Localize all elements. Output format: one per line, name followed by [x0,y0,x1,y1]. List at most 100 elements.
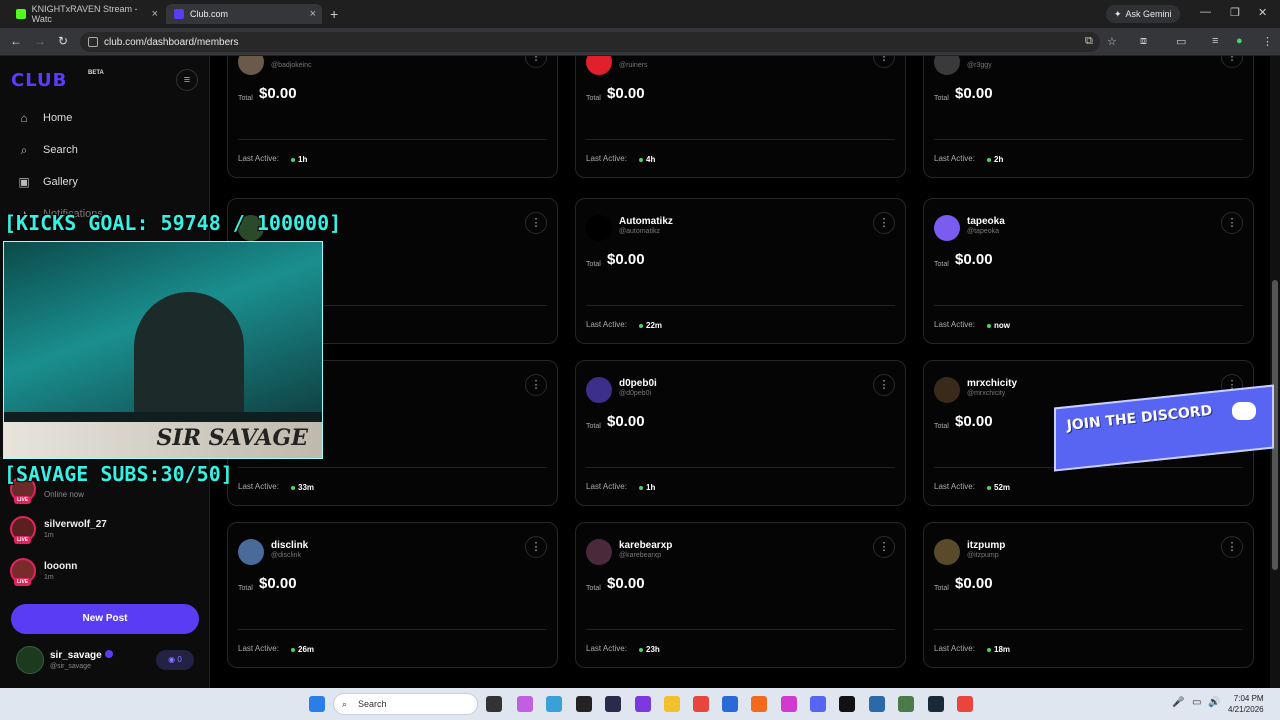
member-name[interactable]: karebearxp [619,540,672,551]
more-options-icon[interactable]: ⋮ [525,56,547,68]
steam-icon[interactable] [928,696,944,712]
avatar[interactable] [586,377,612,403]
member-card[interactable]: karebearxp @karebearxp ⋮ Total $0.00 Last Act… [575,522,906,668]
restore-icon[interactable]: ❐ [1230,6,1240,19]
browser-menu-icon[interactable]: ⋮ [1262,35,1273,48]
avatar[interactable] [586,215,612,241]
member-name[interactable]: disclink [271,540,308,551]
ask-gemini-button[interactable]: ✦ Ask Gemini [1106,5,1180,23]
page-scrollbar[interactable] [1270,56,1280,688]
current-user-name[interactable]: sir_savage [50,650,113,661]
member-card[interactable]: Automatikz @automatikz ⋮ Total $0.00 Last Act… [575,198,906,344]
member-card[interactable]: tapeoka @tapeoka ⋮ Total $0.00 Last Active: no… [923,198,1254,344]
app-icon[interactable] [869,696,885,712]
avatar[interactable] [586,539,612,565]
soundcloud-icon[interactable] [751,696,767,712]
credits-pill[interactable]: ◉ 0 [156,650,194,670]
avatar[interactable] [934,377,960,403]
more-options-icon[interactable]: ⋮ [1221,536,1243,558]
member-name[interactable]: itzpump [967,540,1005,551]
gallery-icon: ▣ [18,175,30,189]
app-icon[interactable] [635,696,651,712]
member-card[interactable]: itzpump @itzpump ⋮ Total $0.00 Last Active: 18… [923,522,1254,668]
avatar[interactable] [586,56,612,75]
app-icon[interactable] [605,696,621,712]
more-options-icon[interactable]: ⋮ [873,56,895,68]
member-name[interactable]: tapeoka [967,216,1005,227]
new-post-button[interactable]: New Post [11,604,199,634]
forward-icon[interactable]: → [34,34,46,48]
member-card[interactable]: @r3ggy ⋮ Total $0.00 Last Active: 2h [923,56,1254,178]
close-tab-icon[interactable]: × [152,8,158,20]
back-icon[interactable]: ← [10,34,22,48]
app-icon[interactable] [898,696,914,712]
total-label: Total [934,95,949,102]
tab-knightxraven[interactable]: KNIGHTxRAVEN Stream - Watc × [8,4,164,24]
tab-club[interactable]: Club.com × [166,4,322,24]
member-card[interactable]: @ruiners ⋮ Total $0.00 Last Active: 4h [575,56,906,178]
discord-taskbar-icon[interactable] [810,696,826,712]
sidebar-item-label: Search [43,144,78,156]
live-user-item[interactable]: LIVE silverwolf_27 1m [10,516,107,544]
install-app-icon[interactable]: ⧉ [1085,35,1093,48]
member-name[interactable]: mrxchicity [967,378,1017,389]
microphone-icon[interactable]: 🎤 [1172,697,1184,708]
task-view-icon[interactable] [486,696,502,712]
member-card[interactable]: @badjokeinc ⋮ Total $0.00 Last Active: 1h [227,56,558,178]
hamburger-menu-icon[interactable]: ≡ [176,69,198,91]
more-options-icon[interactable]: ⋮ [873,374,895,396]
card-divider [238,629,547,630]
tab-search-icon[interactable]: ≡ [1212,35,1218,47]
new-tab-icon[interactable]: + [330,6,338,22]
club-logo[interactable]: CLUB [11,70,67,91]
windows-start-icon[interactable] [309,696,325,712]
copilot-icon[interactable] [517,696,533,712]
live-user-item[interactable]: LIVE looonn 1m [10,558,77,586]
more-options-icon[interactable]: ⋮ [525,374,547,396]
url-field[interactable]: club.com/dashboard/members [80,32,1100,52]
volume-icon[interactable]: 🔊 [1208,697,1220,708]
avatar[interactable] [934,56,960,75]
sidebar-toggle-icon[interactable]: ▭ [1176,35,1186,48]
app-icon[interactable] [576,696,592,712]
total-label: Total [934,585,949,592]
member-handle: @r3ggy [967,62,992,69]
app-icon[interactable] [957,696,973,712]
avatar[interactable] [238,56,264,75]
close-window-icon[interactable]: ✕ [1258,6,1267,19]
minimize-icon[interactable]: — [1200,6,1211,18]
avatar[interactable] [934,215,960,241]
member-handle: @automatikz [619,228,660,235]
more-options-icon[interactable]: ⋮ [525,212,547,234]
more-options-icon[interactable]: ⋮ [873,536,895,558]
chrome-icon[interactable] [693,696,709,712]
bookmark-star-icon[interactable]: ☆ [1107,35,1117,48]
user-avatar[interactable] [16,646,44,674]
member-name[interactable]: Automatikz [619,216,673,227]
member-card[interactable]: disclink @disclink ⋮ Total $0.00 Last Active:… [227,522,558,668]
site-info-icon[interactable] [88,37,98,47]
extensions-icon[interactable]: ⧈ [1140,35,1147,48]
member-card[interactable]: d0peb0i @d0peb0i ⋮ Total $0.00 Last Active: 1h [575,360,906,506]
sidebar-item-home[interactable]: ⌂ Home [16,108,72,128]
more-options-icon[interactable]: ⋮ [873,212,895,234]
app-icon[interactable] [722,696,738,712]
more-options-icon[interactable]: ⋮ [1221,212,1243,234]
network-icon[interactable]: ▭ [1192,697,1201,708]
profile-icon[interactable]: ● [1236,35,1243,47]
more-options-icon[interactable]: ⋮ [525,536,547,558]
sidebar-item-gallery[interactable]: ▣ Gallery [16,172,78,192]
close-tab-icon[interactable]: × [310,8,316,20]
capcut-icon[interactable] [839,696,855,712]
file-explorer-icon[interactable] [664,696,680,712]
more-options-icon[interactable]: ⋮ [1221,56,1243,68]
taskbar-search[interactable]: ⌕ Search [333,693,478,715]
avatar[interactable] [238,539,264,565]
member-name[interactable]: d0peb0i [619,378,657,389]
sidebar-item-search[interactable]: ⌕ Search [16,140,78,160]
reload-icon[interactable]: ↻ [58,34,68,48]
app-icon[interactable] [781,696,797,712]
system-clock[interactable]: 7:04 PM 4/21/2026 [1228,693,1264,715]
avatar[interactable] [934,539,960,565]
app-icon[interactable] [546,696,562,712]
